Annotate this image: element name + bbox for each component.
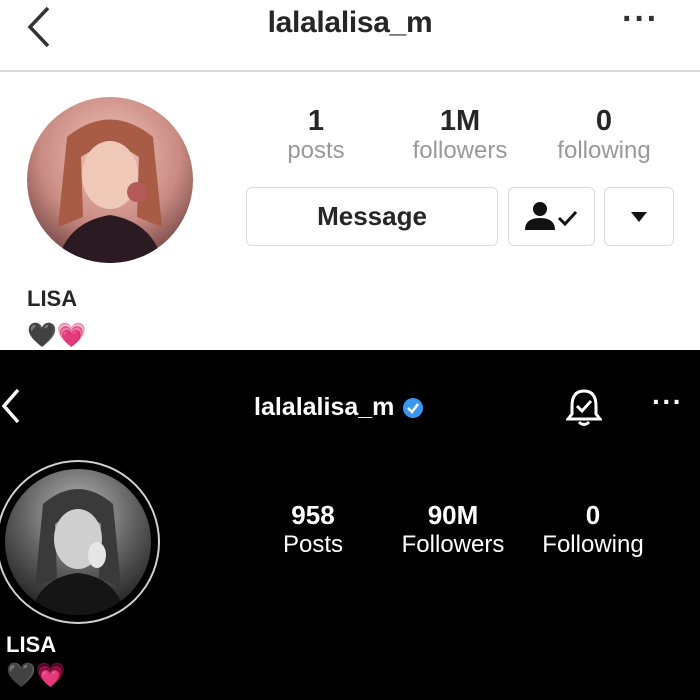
stat-value: 1 [307, 105, 325, 137]
caret-down-icon [631, 211, 647, 222]
stat-value: 0 [595, 105, 613, 137]
new-profile-screen: lalalalisa_m ··· 958 Posts 90M Followers… [0, 350, 700, 700]
verified-badge-icon [403, 397, 424, 418]
back-button[interactable] [0, 386, 24, 431]
stat-value: 90M [427, 500, 479, 530]
following-button[interactable] [508, 187, 595, 246]
suggestions-dropdown-button[interactable] [604, 187, 674, 246]
stat-posts[interactable]: 958 Posts [263, 500, 363, 560]
more-horizontal-icon: ··· [652, 386, 683, 417]
stat-label: Posts [282, 531, 344, 558]
stat-followers[interactable]: 1M followers [400, 105, 520, 165]
stat-label: Following [542, 531, 644, 558]
chevron-left-icon [1, 388, 20, 424]
stat-label: posts [287, 137, 345, 164]
stat-label: following [557, 137, 651, 164]
more-options-button[interactable]: ··· [652, 386, 683, 418]
avatar[interactable] [5, 469, 151, 615]
stat-following[interactable]: 0 following [546, 105, 662, 165]
person-check-icon [524, 201, 577, 230]
stat-label: Followers [401, 531, 505, 558]
header-divider [0, 70, 700, 72]
profile-username: lalalalisa_m [267, 6, 433, 39]
stat-following[interactable]: 0 Following [533, 500, 653, 560]
display-name: LISA [6, 632, 57, 657]
stat-value: 958 [291, 500, 335, 530]
message-button[interactable]: Message [246, 187, 498, 246]
bio-hearts: 🖤💗 [27, 322, 87, 349]
stat-value: 1M [439, 105, 481, 137]
notifications-button[interactable] [564, 388, 604, 433]
more-options-button[interactable]: ··· [622, 0, 659, 39]
header-title: lalalalisa_m [254, 393, 424, 422]
avatar[interactable] [27, 97, 193, 263]
stat-posts[interactable]: 1 posts [266, 105, 366, 165]
profile-username: lalalalisa_m [254, 393, 395, 421]
more-horizontal-icon: ··· [622, 0, 659, 38]
display-name: LISA [27, 286, 78, 311]
stat-label: followers [412, 137, 508, 164]
bio-hearts: 🖤💗 [6, 662, 66, 689]
bell-check-icon [564, 389, 604, 426]
old-profile-screen: lalalalisa_m ··· 1 posts 1M followers 0 [0, 0, 700, 350]
stat-value: 0 [585, 500, 601, 530]
stat-followers[interactable]: 90M Followers [393, 500, 513, 560]
